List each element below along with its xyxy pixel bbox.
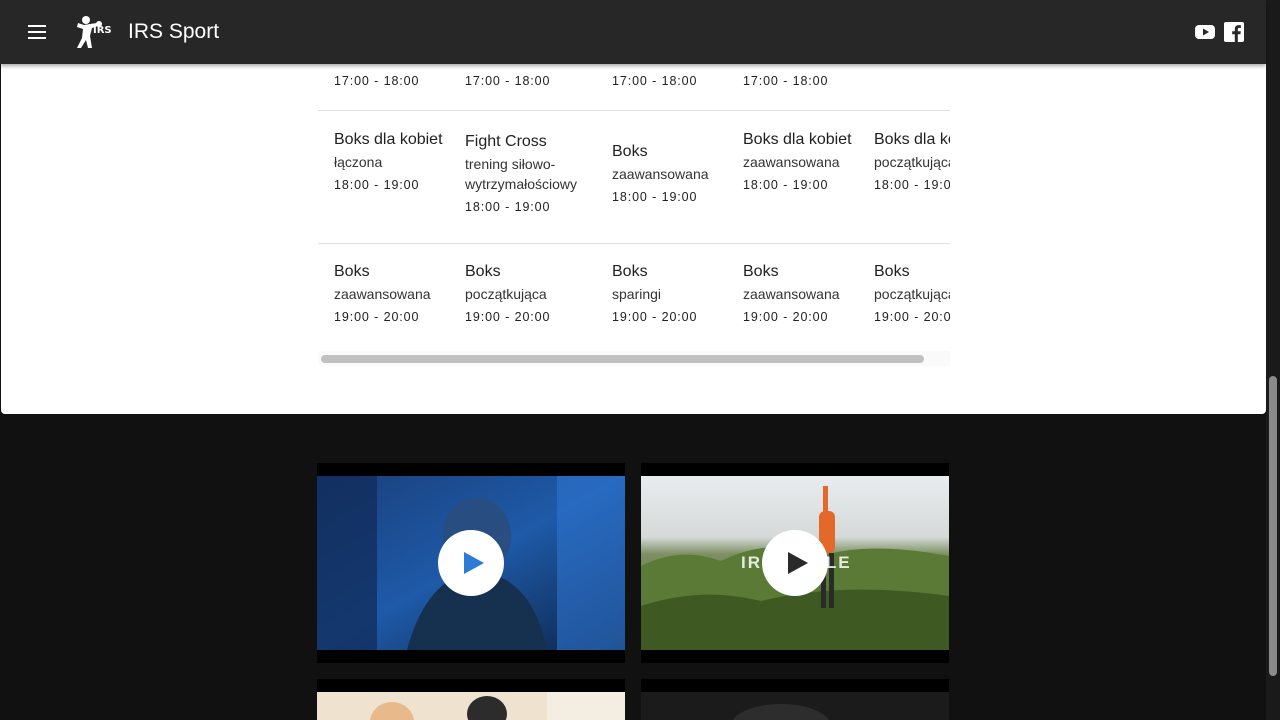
page-scrollbar-thumb[interactable]	[1269, 376, 1277, 676]
class-time: 18:00 - 19:00	[612, 190, 698, 204]
play-icon	[788, 552, 808, 574]
class-level: zaawansowana	[743, 286, 840, 302]
class-name: Boks	[874, 263, 910, 280]
class-time: 17:00 - 18:00	[334, 74, 420, 88]
video-thumbnail[interactable]	[317, 463, 625, 663]
video-preview-image	[317, 692, 625, 720]
schedule-cell[interactable]: Boks sparingi 19:00 - 20:00	[612, 244, 727, 351]
menu-icon	[28, 31, 46, 33]
schedule-cell[interactable]: Fight Cross trening siłowo- wytrzymałośc…	[465, 111, 596, 243]
youtube-icon[interactable]	[1195, 22, 1215, 42]
schedule-cell[interactable]: Boks zaawansowana 18:00 - 19:00	[612, 111, 727, 243]
play-button[interactable]	[762, 530, 828, 596]
class-level: trening siłowo- wytrzymałościowy	[465, 156, 578, 192]
schedule-cell[interactable]: Boks początkująca 19:00 - 20:00	[465, 244, 596, 351]
app-title[interactable]: IRS Sport	[128, 19, 219, 45]
class-time: 17:00 - 18:00	[743, 74, 829, 88]
class-name: Fight Cross	[465, 133, 547, 150]
class-time: 19:00 - 20:00	[465, 310, 551, 324]
class-time: 18:00 - 19:00	[334, 178, 420, 192]
menu-icon	[28, 37, 46, 39]
page: 17:00 - 18:00 17:00 - 18:00 17:00 - 18:0…	[0, 0, 1280, 720]
class-name: Boks dla kobiet	[874, 131, 950, 148]
facebook-icon[interactable]	[1224, 22, 1244, 42]
scrollbar-thumb[interactable]	[321, 355, 924, 363]
class-time: 18:00 - 19:00	[465, 200, 551, 214]
class-time: 18:00 - 19:00	[874, 178, 950, 192]
class-level: sparingi	[612, 286, 662, 302]
class-name: Boks	[612, 263, 648, 280]
class-level: łączona	[334, 154, 383, 170]
class-time: 19:00 - 20:00	[743, 310, 829, 324]
video-preview-image	[641, 692, 949, 720]
class-time: 17:00 - 18:00	[612, 74, 698, 88]
menu-button[interactable]	[24, 20, 50, 44]
video-thumbnail[interactable]: IRS OPOLE	[641, 463, 949, 663]
play-button[interactable]	[438, 530, 504, 596]
class-time: 19:00 - 20:00	[334, 310, 420, 324]
class-time: 19:00 - 20:00	[612, 310, 698, 324]
horizontal-scrollbar[interactable]	[318, 351, 950, 366]
class-name: Boks	[612, 143, 648, 160]
schedule-cell[interactable]: Boks zaawansowana 19:00 - 20:00	[334, 244, 449, 351]
menu-icon	[28, 25, 46, 27]
class-name: Boks	[465, 263, 501, 280]
table-row: Boks dla kobiet łączona 18:00 - 19:00 Fi…	[318, 111, 950, 244]
class-name: Boks	[743, 263, 779, 280]
class-name: Boks dla kobiet	[743, 131, 852, 148]
class-name: Boks	[334, 263, 370, 280]
schedule-cell[interactable]: Boks zaawansowana 19:00 - 20:00	[743, 244, 858, 351]
boxer-logo-icon[interactable]: IRS	[74, 14, 114, 50]
svg-text:IRS: IRS	[93, 25, 112, 36]
schedule-cell[interactable]: Boks początkująca 19:00 - 20:00	[874, 244, 950, 351]
class-level: zaawansowana	[743, 154, 840, 170]
app-bar: IRS IRS Sport	[0, 0, 1266, 64]
schedule-cell[interactable]: Boks dla kobiet łączona 18:00 - 19:00	[334, 111, 449, 243]
video-thumbnail[interactable]	[317, 679, 625, 720]
video-thumbnail[interactable]	[641, 679, 949, 720]
class-level: początkująca	[874, 154, 950, 170]
schedule-cell[interactable]: Boks dla kobiet początkująca 18:00 - 19:…	[874, 111, 950, 243]
class-level: zaawansowana	[612, 166, 709, 182]
class-name: Boks dla kobiet	[334, 131, 443, 148]
class-level: zaawansowana	[334, 286, 431, 302]
class-level: początkująca	[874, 286, 950, 302]
page-scrollbar[interactable]	[1266, 0, 1280, 720]
table-row: Boks zaawansowana 19:00 - 20:00 Boks poc…	[318, 244, 950, 352]
class-time: 18:00 - 19:00	[743, 178, 829, 192]
class-level: początkująca	[465, 286, 547, 302]
class-time: 19:00 - 20:00	[874, 310, 950, 324]
class-time: 17:00 - 18:00	[465, 74, 551, 88]
schedule-cell[interactable]: Boks dla kobiet zaawansowana 18:00 - 19:…	[743, 111, 858, 243]
play-icon	[464, 552, 484, 574]
